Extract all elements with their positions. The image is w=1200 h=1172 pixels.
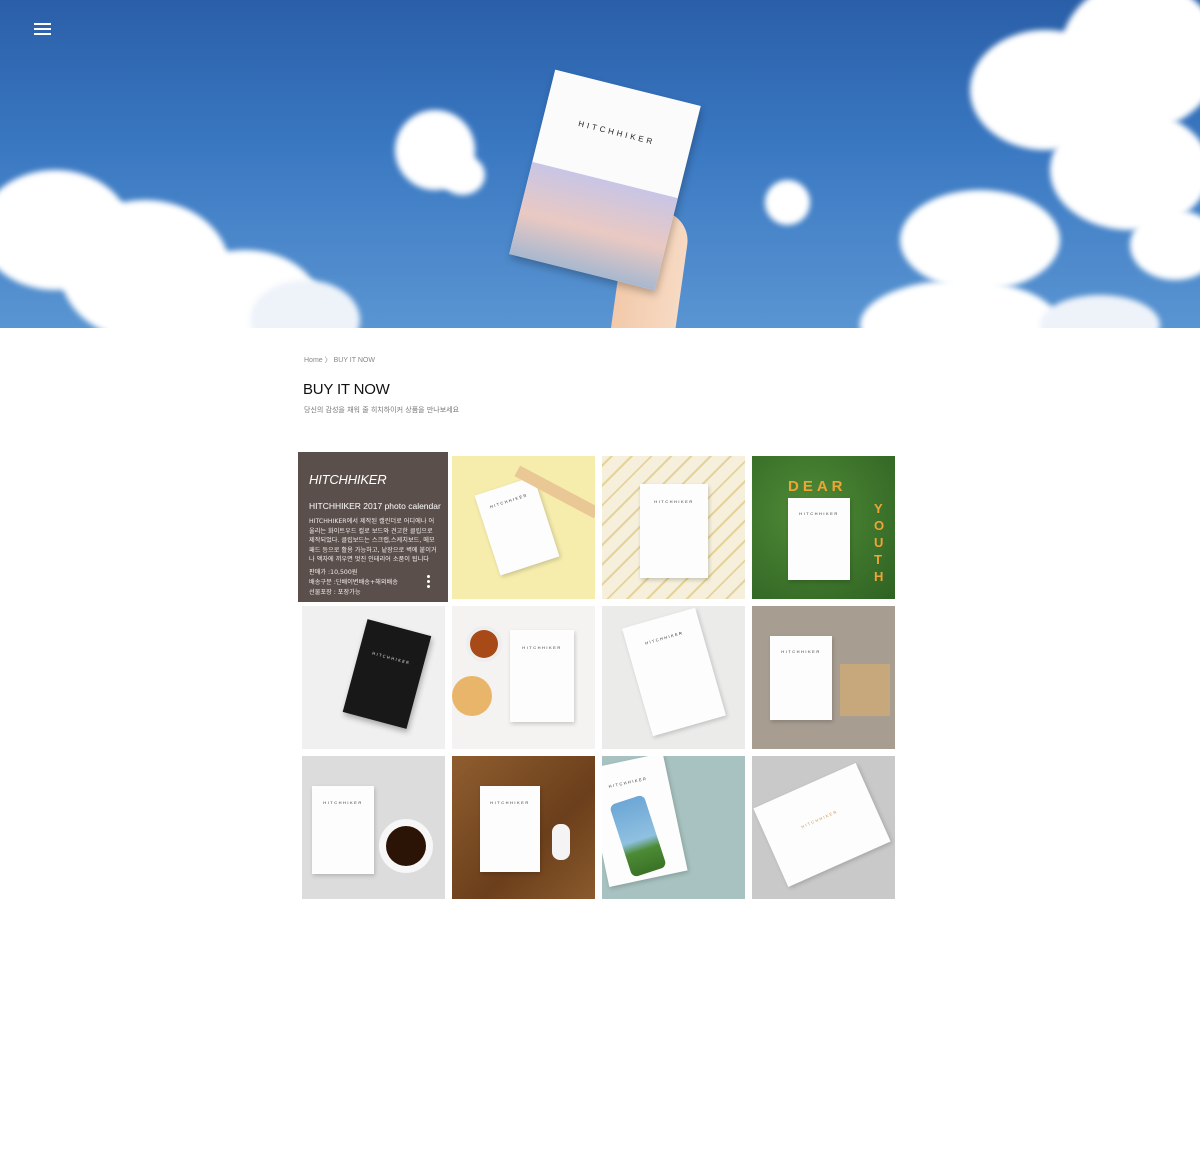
product-label: HITCHHIKER [323,800,363,806]
product-label: HITCHHIKER [644,629,684,646]
product-tile[interactable]: HITCHHIKER [602,606,745,749]
product-label: HITCHHIKER [489,492,529,510]
product-label: HITCHHIKER [654,499,694,505]
page-title: BUY IT NOW [303,381,390,398]
notebook-image: HITCHHIKER [770,636,832,720]
coffee-cup [386,826,426,866]
product-tile[interactable]: HITCHHIKER [452,456,595,599]
product-tile[interactable]: DEAR YOUTH HITCHHIKER [752,456,895,599]
kraft-envelope [840,664,890,716]
notebook-image: HITCHHIKER [342,619,432,729]
hero-book-photo [509,161,678,291]
cloud [900,190,1060,290]
tea-cup [470,630,498,658]
product-tile[interactable]: HITCHHIKER [602,456,745,599]
cloud [860,280,1060,328]
product-label: HITCHHIKER [608,775,648,790]
product-label: HITCHHIKER [490,799,530,805]
product-label: HITCHHIKER [371,650,411,666]
hero-banner: HITCHHIKER [0,0,1200,328]
breadcrumb-home-link[interactable]: Home [304,357,323,364]
product-tile[interactable]: HITCHHIKER [452,606,595,749]
featured-description: HITCHHIKER에서 제작된 캘린더로 어디에나 어울리는 화이트우드 컬로… [309,518,437,564]
pancake [452,676,492,716]
notebook-image: HITCHHIKER [788,498,850,580]
product-tile[interactable]: HITCHHIKER [302,756,445,899]
product-tile[interactable]: HITCHHIKER [452,756,595,899]
hero-book-title: HITCHHIKER [577,119,657,147]
featured-product-name: HITCHHIKER 2017 photo calendar [309,501,441,511]
breadcrumb: Home 〉 BUY IT NOW [304,355,375,365]
dear-letters: DEAR [788,478,847,495]
product-tile[interactable]: HITCHHIKER [302,606,445,749]
hamburger-menu-icon[interactable] [34,23,52,37]
featured-brand: HITCHHIKER [309,472,387,487]
cloud [765,180,810,225]
featured-shipping: 배송구분 :단배이변배송+해외배송 [309,579,398,586]
featured-meta: 판매가 :10,500원 배송구분 :단배이변배송+해외배송 선물포장 : 포장… [309,568,398,598]
featured-product-card[interactable]: HITCHHIKER HITCHHIKER 2017 photo calenda… [298,452,448,602]
featured-gift-wrap: 선물포장 : 포장가능 [309,589,361,596]
youth-letters: YOUTH [874,501,885,584]
notebook-image: HITCHHIKER [622,607,726,737]
cloud [1040,295,1160,328]
product-tile[interactable]: HITCHHIKER [602,756,745,899]
notebook-image: HITCHHIKER [510,630,574,722]
vertical-dots-icon[interactable] [427,575,431,591]
page-subtitle: 당신의 감성을 채워 줄 히치하이커 상품을 만나보세요 [304,406,460,414]
product-label: HITCHHIKER [781,649,821,655]
notebook-image: HITCHHIKER [753,762,891,888]
breadcrumb-current: BUY IT NOW [333,357,375,364]
product-label: HITCHHIKER [799,511,839,517]
breadcrumb-separator: 〉 [324,357,332,364]
product-label: HITCHHIKER [800,809,839,830]
notebook-image: HITCHHIKER [312,786,374,874]
featured-price: 판매가 :10,500원 [309,569,358,576]
notebook-image: HITCHHIKER [480,786,540,872]
product-tile[interactable]: HITCHHIKER [752,756,895,899]
figurine [552,824,570,860]
product-label: HITCHHIKER [522,644,562,650]
notebook-image: HITCHHIKER [640,484,708,578]
cloud [440,155,485,195]
product-tile[interactable]: HITCHHIKER [752,606,895,749]
